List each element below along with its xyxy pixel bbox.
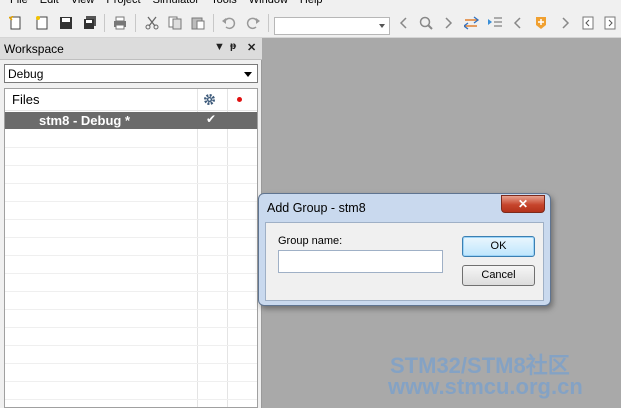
group-name-label: Group name: (278, 235, 343, 247)
chevron-down-icon (244, 72, 252, 77)
copy-icon[interactable] (167, 15, 183, 31)
prev-icon[interactable] (510, 15, 526, 31)
row-line (5, 273, 257, 274)
files-column-header[interactable]: Files (12, 92, 39, 107)
menu-file[interactable]: File (0, 0, 34, 8)
row-line (5, 381, 257, 382)
workspace-title: Workspace (4, 42, 64, 56)
bookmark-icon[interactable] (533, 15, 549, 31)
pin-icon[interactable]: ᵽ (230, 41, 236, 52)
tree-item-label: stm8 - Debug * (23, 113, 195, 128)
column-divider (197, 89, 198, 407)
menu-bar: File Edit View Project Simulator Tools W… (0, 0, 621, 8)
column-divider (227, 89, 228, 407)
save-all-icon[interactable] (82, 15, 98, 31)
new-icon[interactable] (8, 15, 24, 31)
chevron-down-icon (379, 24, 385, 28)
gear-icon[interactable] (203, 93, 216, 109)
menu-simulator[interactable]: Simulator (147, 0, 205, 8)
paste-icon[interactable] (190, 15, 206, 31)
file-tree: Files stm8 - Debug * ✔ (4, 88, 258, 408)
back-icon[interactable] (396, 15, 412, 31)
workspace-title-bar: Workspace ▼ ᵽ ✕ (0, 38, 262, 60)
dialog-body: Group name: OK Cancel (265, 222, 544, 301)
menu-window[interactable]: Window (243, 0, 294, 8)
menu-project[interactable]: Project (100, 0, 146, 8)
row-line (5, 345, 257, 346)
bookmark-prev-icon[interactable] (487, 15, 503, 31)
page-prev-icon[interactable] (580, 15, 596, 31)
find-icon[interactable] (418, 15, 434, 31)
row-line (5, 183, 257, 184)
undo-icon[interactable] (221, 15, 237, 31)
dialog-title: Add Group - stm8 (267, 201, 366, 215)
row-line (5, 363, 257, 364)
cancel-button[interactable]: Cancel (462, 265, 535, 286)
menu-help[interactable]: Help (294, 0, 329, 8)
dropdown-arrow-icon[interactable]: ▼ (214, 41, 225, 53)
cut-icon[interactable] (144, 15, 160, 31)
save-icon[interactable] (58, 15, 74, 31)
tree-item-project[interactable]: stm8 - Debug * ✔ (5, 112, 257, 129)
toolbar-separator (104, 14, 105, 32)
close-icon[interactable]: ✕ (247, 41, 256, 54)
row-line (5, 291, 257, 292)
configuration-select[interactable]: Debug (4, 64, 258, 83)
ok-button[interactable]: OK (462, 236, 535, 257)
configuration-value: Debug (8, 67, 44, 81)
add-group-dialog: Add Group - stm8 ✕ Group name: OK Cancel (258, 193, 551, 306)
row-line (5, 237, 257, 238)
new-file-icon[interactable] (34, 15, 50, 31)
workspace-panel: Workspace ▼ ᵽ ✕ Debug Files stm8 - Debug… (0, 38, 262, 408)
next-icon[interactable] (558, 15, 574, 31)
menu-view[interactable]: View (65, 0, 101, 8)
check-icon: ✔ (206, 112, 217, 126)
row-line (5, 165, 257, 166)
redo-icon[interactable] (245, 15, 261, 31)
menu-tools[interactable]: Tools (205, 0, 243, 8)
breakpoint-column-icon[interactable] (237, 97, 242, 102)
page-next-icon[interactable] (602, 15, 618, 31)
row-line (5, 399, 257, 400)
row-line (5, 309, 257, 310)
toolbar-combo[interactable] (274, 17, 390, 35)
row-line (5, 255, 257, 256)
toolbar-separator (135, 14, 136, 32)
group-name-input[interactable] (278, 250, 443, 273)
toolbar (0, 8, 621, 38)
watermark-line-2: www.stmcu.org.cn (388, 374, 583, 399)
row-line (5, 219, 257, 220)
goto-icon[interactable] (464, 15, 480, 31)
dialog-close-button[interactable]: ✕ (501, 195, 545, 213)
row-line (5, 147, 257, 148)
row-line (5, 201, 257, 202)
toolbar-separator (268, 14, 269, 32)
find-next-icon[interactable] (441, 15, 457, 31)
row-line (5, 327, 257, 328)
toolbar-separator (213, 14, 214, 32)
menu-edit[interactable]: Edit (34, 0, 65, 8)
print-icon[interactable] (112, 15, 128, 31)
file-tree-header: Files (5, 89, 257, 111)
